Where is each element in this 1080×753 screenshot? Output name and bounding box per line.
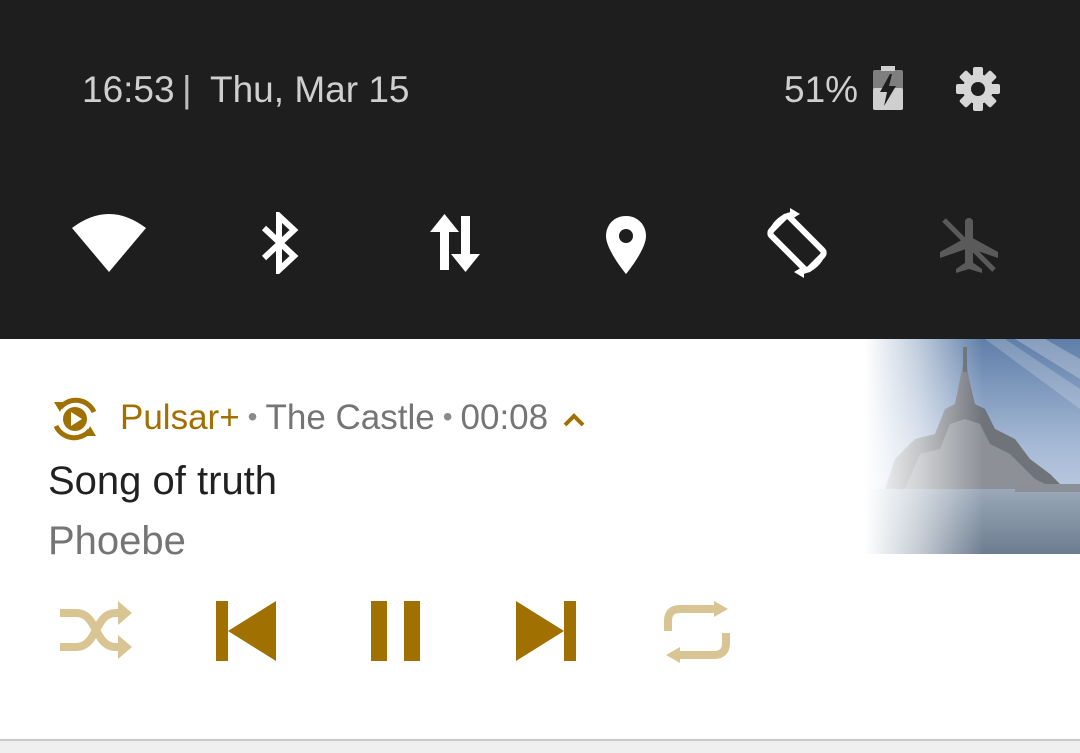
app-name: Pulsar+ [120, 398, 240, 437]
header-dot: • [442, 401, 453, 432]
song-title: Song of truth [48, 459, 278, 503]
mobile-data-icon[interactable] [428, 212, 482, 274]
airplane-mode-icon[interactable] [938, 214, 1000, 276]
next-icon[interactable] [516, 601, 576, 661]
elapsed-time: 00:08 [460, 398, 549, 437]
header-dot: • [247, 401, 258, 432]
battery-percent: 51% [784, 69, 859, 110]
shuffle-icon[interactable] [58, 597, 134, 663]
location-icon[interactable] [604, 214, 648, 276]
artist-name: Phoebe [48, 519, 186, 563]
bluetooth-icon[interactable] [258, 212, 302, 274]
date[interactable]: Thu, Mar 15 [210, 68, 409, 112]
clock: 16:53 [82, 69, 175, 110]
pause-icon[interactable] [371, 601, 421, 661]
date-separator: | [182, 69, 192, 110]
quick-settings-panel: 16:53 | Thu, Mar 15 51% [0, 0, 1080, 339]
album-name: The Castle [265, 398, 435, 437]
gear-icon[interactable] [954, 65, 1002, 113]
battery-charging-icon[interactable] [870, 66, 906, 110]
repeat-icon[interactable] [660, 601, 734, 663]
media-notification[interactable]: Pulsar+ • The Castle • 00:08 Song of truth P… [0, 339, 1080, 739]
wifi-icon[interactable] [70, 212, 148, 274]
below-notification-area [0, 741, 1080, 753]
chevron-up-icon[interactable] [562, 394, 586, 440]
previous-icon[interactable] [216, 601, 276, 661]
pulsar-app-icon [50, 394, 100, 449]
auto-rotate-icon[interactable] [760, 206, 834, 280]
album-art [865, 339, 1080, 554]
notification-header: Pulsar+ • The Castle • 00:08 [120, 395, 586, 441]
